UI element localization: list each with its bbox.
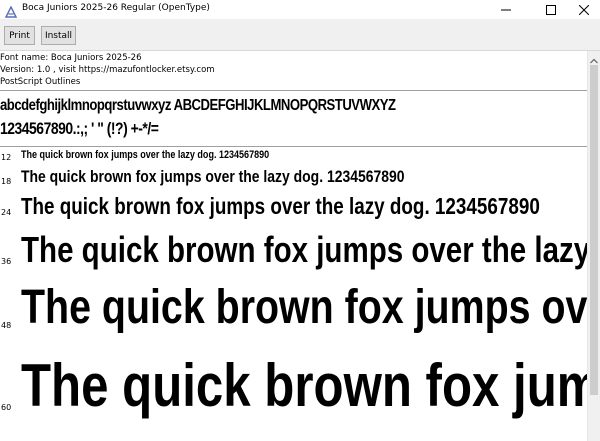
minimize-button[interactable] (491, 0, 521, 19)
install-button[interactable]: Install (41, 26, 76, 45)
close-icon (578, 0, 590, 19)
sample-text: The quick brown fox jumps over the lazy … (21, 229, 587, 270)
charset-digits-symbols: 1234567890.:,; ' " (!?) +-*/= (0, 119, 159, 138)
vertical-scrollbar[interactable] (587, 51, 600, 441)
sample-size-label: 36 (1, 257, 12, 266)
scroll-up-button[interactable] (588, 53, 600, 63)
maximize-button[interactable] (536, 0, 566, 19)
sample-text: The quick brown fox jumps over the lazy … (21, 167, 405, 186)
divider (0, 90, 587, 91)
scrollbar-thumb[interactable] (590, 65, 598, 395)
sample-text: The quick brown fox jumps over the lazy … (21, 352, 587, 419)
sample-size-label: 48 (1, 321, 12, 330)
minimize-icon (501, 0, 511, 19)
sample-text: The quick brown fox jumps over the lazy … (21, 193, 540, 219)
maximize-icon (546, 0, 556, 19)
toolbar: Print Install (0, 19, 600, 51)
sample-size-label: 24 (1, 208, 12, 217)
close-button[interactable] (569, 0, 599, 19)
sample-size-label: 60 (1, 403, 12, 412)
font-version-line: Version: 1.0 , visit https://mazufontloc… (0, 65, 215, 75)
charset-letters: abcdefghijklmnopqrstuvwxyz ABCDEFGHIJKLM… (0, 97, 396, 114)
title-bar[interactable]: Boca Juniors 2025-26 Regular (OpenType) (0, 0, 600, 19)
font-preview-area: Font name: Boca Juniors 2025-26 Version:… (0, 51, 587, 441)
sample-text: The quick brown fox jumps over the lazy … (21, 281, 587, 334)
divider (0, 146, 587, 147)
font-outlines-line: PostScript Outlines (0, 77, 81, 87)
font-name-line: Font name: Boca Juniors 2025-26 (0, 53, 142, 63)
window-title: Boca Juniors 2025-26 Regular (OpenType) (22, 3, 210, 13)
print-button[interactable]: Print (4, 26, 35, 45)
sample-size-label: 18 (1, 177, 12, 186)
font-viewer-icon (4, 3, 18, 18)
sample-size-label: 12 (1, 153, 12, 162)
sample-text: The quick brown fox jumps over the lazy … (21, 149, 270, 161)
